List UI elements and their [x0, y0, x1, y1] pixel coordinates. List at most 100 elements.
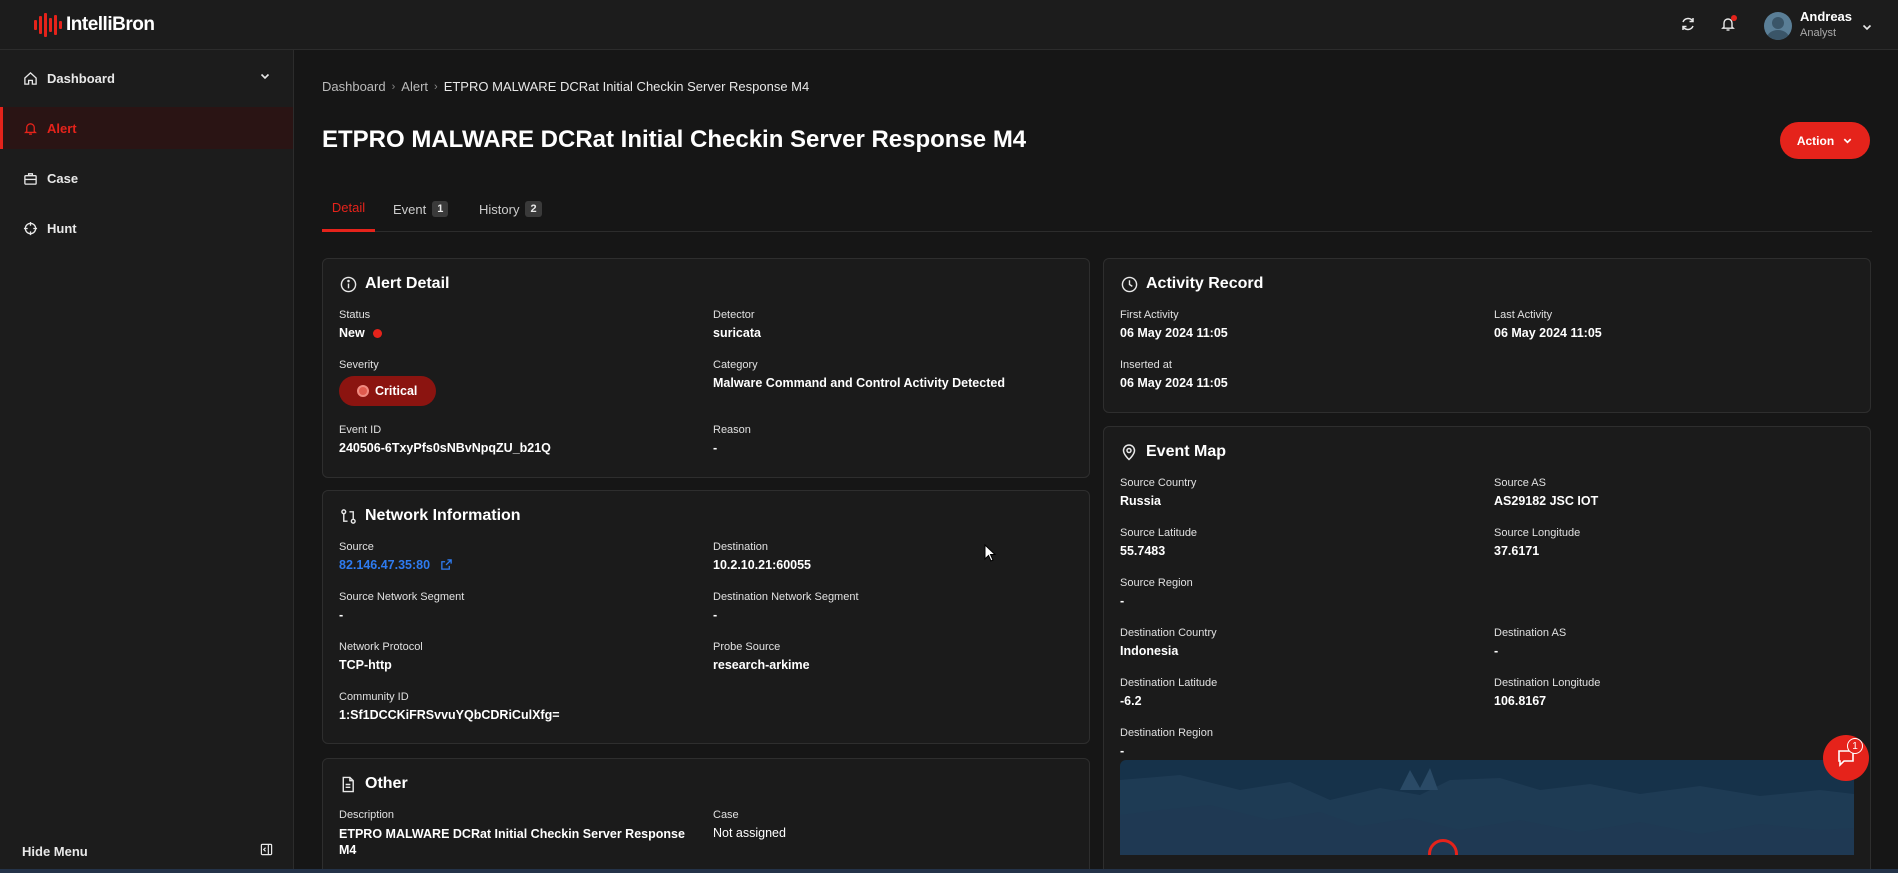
field-label: Community ID — [339, 691, 409, 703]
other-card: Other Description ETPRO MALWARE DCRat In… — [322, 758, 1090, 873]
first-activity-field: First Activity 06 May 2024 11:05 — [1120, 309, 1228, 340]
field-value: research-arkime — [713, 658, 810, 672]
card-title-text: Activity Record — [1146, 275, 1264, 292]
notification-dot — [1731, 15, 1737, 21]
breadcrumb-current: ETPRO MALWARE DCRat Initial Checkin Serv… — [443, 79, 810, 94]
probe-source-field: Probe Source research-arkime — [713, 641, 810, 672]
chat-count-badge: 1 — [1847, 738, 1863, 754]
category-field: Category Malware Command and Control Act… — [713, 359, 1005, 390]
field-label: Destination Network Segment — [713, 591, 859, 603]
field-label: Source Longitude — [1494, 527, 1581, 539]
tab-event[interactable]: Event 1 — [393, 186, 449, 232]
source-segment-field: Source Network Segment - — [339, 591, 464, 622]
sidebar-item-alert[interactable]: Alert — [0, 107, 293, 149]
field-label: Description — [339, 809, 395, 821]
card-title: Other — [339, 775, 408, 793]
field-label: Category — [713, 359, 758, 371]
user-role: Analyst — [1800, 27, 1837, 39]
external-link-icon[interactable] — [440, 558, 453, 571]
hide-menu-button[interactable]: Hide Menu — [22, 844, 88, 859]
tab-label: Event — [393, 201, 427, 217]
sidebar-collapse-icon[interactable] — [260, 843, 273, 859]
user-name[interactable]: Andreas — [1800, 9, 1852, 24]
card-title: Alert Detail — [339, 275, 449, 293]
clock-icon — [1120, 275, 1138, 293]
card-title: Event Map — [1120, 443, 1226, 461]
field-value: 106.8167 — [1494, 694, 1547, 708]
sidebar-item-dashboard[interactable]: Dashboard — [0, 57, 293, 99]
source-longitude-field: Source Longitude 37.6171 — [1494, 527, 1580, 558]
avatar[interactable] — [1764, 12, 1792, 40]
card-title-text: Network Information — [365, 507, 521, 524]
field-label: Source Latitude — [1120, 527, 1198, 539]
detector-field: Detector suricata — [713, 309, 761, 340]
field-label: Destination Region — [1120, 727, 1213, 739]
field-value: AS29182 JSC IOT — [1494, 494, 1599, 508]
field-label: Event ID — [339, 424, 382, 436]
sidebar: Dashboard Alert Case Hunt Hide Menu — [0, 50, 294, 873]
field-label: Last Activity — [1494, 309, 1553, 321]
card-title-text: Alert Detail — [365, 275, 450, 292]
field-label: Destination Longitude — [1494, 677, 1601, 689]
brand-logo[interactable]: IntelliBron — [34, 11, 155, 39]
home-icon — [22, 70, 38, 86]
mouse-cursor-icon — [984, 543, 997, 565]
notification-bell-icon[interactable] — [1717, 13, 1739, 35]
tab-detail[interactable]: Detail — [322, 186, 375, 232]
event-map-card: Event Map Source Country Russia Source A… — [1103, 426, 1871, 873]
source-field: Source 82.146.47.35:80 — [339, 541, 453, 572]
info-icon — [339, 275, 357, 293]
field-label: Reason — [713, 424, 751, 436]
map-pin-icon — [1120, 443, 1138, 461]
field-label: Source Country — [1120, 477, 1197, 489]
sidebar-item-label: Case — [47, 170, 79, 186]
field-label: Destination — [713, 541, 769, 553]
reason-field: Reason - — [713, 424, 751, 455]
briefcase-icon — [22, 170, 38, 186]
field-label: Destination Latitude — [1120, 677, 1218, 689]
logo-bars-icon — [34, 13, 62, 37]
chevron-down-icon[interactable] — [1856, 16, 1878, 38]
route-icon — [339, 507, 357, 525]
refresh-icon[interactable] — [1677, 13, 1699, 35]
inserted-at-field: Inserted at 06 May 2024 11:05 — [1120, 359, 1228, 390]
brand-name: IntelliBron — [66, 14, 155, 35]
field-value: - — [339, 608, 344, 622]
chevron-right-icon: › — [434, 80, 438, 93]
field-value: 06 May 2024 11:05 — [1494, 326, 1602, 340]
tab-history[interactable]: History 2 — [479, 186, 542, 232]
field-value: -6.2 — [1120, 694, 1142, 708]
field-value: 240506-6TxyPfs0sNBvNpqZU_b21Q — [339, 441, 551, 455]
action-button[interactable]: Action — [1780, 122, 1870, 159]
severity-badge: Critical — [339, 376, 437, 406]
sidebar-item-hunt[interactable]: Hunt — [0, 207, 293, 249]
field-value: 1:Sf1DCCKiFRSvvuYQbCDRiCulXfg= — [339, 708, 560, 722]
document-icon — [339, 775, 357, 793]
network-information-card: Network Information Source 82.146.47.35:… — [322, 490, 1090, 744]
community-id-field: Community ID 1:Sf1DCCKiFRSvvuYQbCDRiCulX… — [339, 691, 560, 722]
chevron-down-icon[interactable] — [259, 70, 271, 85]
alert-detail-card: Alert Detail Status New Detector suricat… — [322, 258, 1090, 478]
field-value: 55.7483 — [1120, 544, 1166, 558]
field-value: TCP-http — [339, 658, 392, 672]
field-label: Source Region — [1120, 577, 1193, 589]
field-value: Russia — [1120, 494, 1161, 508]
field-label: Status — [339, 309, 371, 321]
field-label: Inserted at — [1120, 359, 1172, 371]
top-bar: IntelliBron Andreas Analyst — [0, 0, 1898, 50]
field-label: Case — [713, 809, 739, 821]
breadcrumb-alert[interactable]: Alert — [401, 79, 428, 94]
card-title: Activity Record — [1120, 275, 1263, 293]
breadcrumb: Dashboard › Alert › ETPRO MALWARE DCRat … — [322, 79, 809, 94]
bell-icon — [22, 120, 38, 136]
sidebar-item-case[interactable]: Case — [0, 157, 293, 199]
severity-field: Severity Critical — [339, 359, 437, 406]
source-link[interactable]: 82.146.47.35:80 — [339, 558, 453, 572]
card-title-text: Other — [365, 775, 408, 792]
breadcrumb-dashboard[interactable]: Dashboard — [322, 79, 386, 94]
status-field: Status New — [339, 309, 382, 340]
field-label: First Activity — [1120, 309, 1179, 321]
status-value: New — [339, 326, 365, 340]
destination-field: Destination 10.2.10.21:60055 — [713, 541, 811, 572]
event-map[interactable] — [1120, 760, 1854, 855]
